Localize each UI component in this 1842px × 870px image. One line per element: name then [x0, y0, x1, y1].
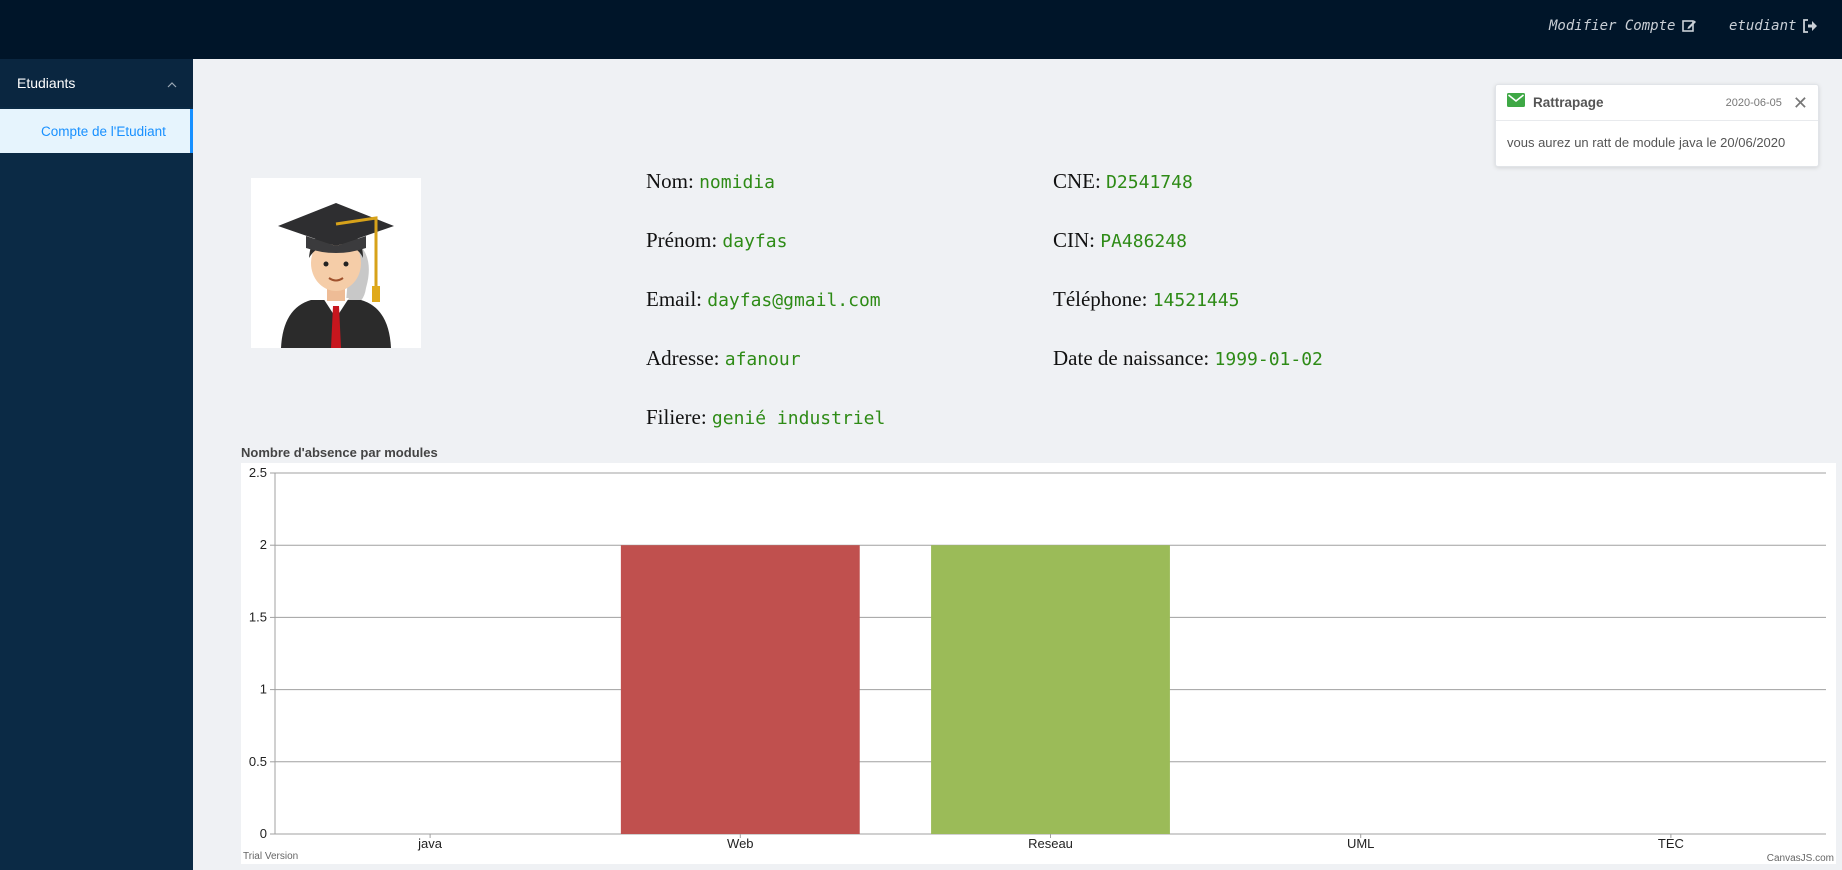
- sidebar-section-etudiants[interactable]: Etudiants: [0, 59, 193, 107]
- top-navbar: Modifier Compte etudiant: [0, 0, 1842, 59]
- bar-web: [620, 545, 860, 834]
- prenom-value: dayfas: [722, 231, 788, 252]
- notification-message: vous aurez un ratt de module java le 20/…: [1507, 135, 1786, 150]
- field-prenom: Prénom: dayfas: [646, 228, 787, 253]
- absence-chart: 0 0.5 1 1.5 2 2.5 java Web Reseau UML TEC Trial Ver…: [241, 463, 1836, 864]
- sidebar-section-label: Etudiants: [17, 75, 76, 91]
- date-naissance-value: 1999-01-02: [1214, 349, 1323, 370]
- y-tick-label: 2.5: [249, 465, 267, 480]
- x-tick-label: Web: [727, 836, 754, 851]
- chevron-up-icon: [167, 75, 177, 91]
- modify-account-label: Modifier Compte: [1549, 18, 1676, 34]
- user-name: etudiant: [1729, 18, 1797, 34]
- field-email: Email: dayfas@gmail.com: [646, 287, 881, 312]
- x-tick-label: java: [417, 836, 443, 851]
- email-label: Email:: [646, 287, 702, 311]
- telephone-label: Téléphone:: [1053, 287, 1148, 311]
- cne-value: D2541748: [1106, 172, 1193, 193]
- field-cin: CIN: PA486248: [1053, 228, 1187, 253]
- envelope-icon: [1507, 93, 1525, 112]
- sign-out-icon: [1803, 19, 1818, 33]
- trial-version-text: Trial Version: [243, 851, 298, 862]
- adresse-value: afanour: [724, 349, 801, 370]
- field-adresse: Adresse: afanour: [646, 346, 801, 371]
- telephone-value: 14521445: [1152, 290, 1240, 311]
- graduate-avatar-icon: [278, 203, 394, 348]
- adresse-label: Adresse:: [646, 346, 720, 370]
- prenom-label: Prénom:: [646, 228, 718, 252]
- nom-label: Nom:: [646, 169, 694, 193]
- y-tick-label: 0: [260, 826, 267, 841]
- y-tick-label: 1.5: [249, 609, 267, 624]
- absence-chart-svg: 0 0.5 1 1.5 2 2.5 java Web Reseau UML TEC Trial Ver…: [243, 465, 1834, 864]
- chart-title: Nombre d'absence par modules: [241, 445, 438, 460]
- modify-account-link[interactable]: Modifier Compte: [1549, 18, 1697, 34]
- bar-reseau: [931, 545, 1170, 834]
- nom-value: nomidia: [699, 172, 775, 193]
- close-icon[interactable]: ✕: [1793, 94, 1808, 112]
- x-tick-label: TEC: [1658, 836, 1684, 851]
- field-cne: CNE: D2541748: [1053, 169, 1193, 194]
- filiere-label: Filiere:: [646, 405, 707, 429]
- date-naissance-label: Date de naissance:: [1053, 346, 1210, 370]
- filiere-value: genié industriel: [711, 408, 886, 429]
- email-value: dayfas@gmail.com: [707, 290, 881, 311]
- user-logout-link[interactable]: etudiant: [1729, 18, 1818, 34]
- notification-header: Rattrapage 2020-06-05 ✕: [1496, 85, 1818, 121]
- sidebar-item-compte-etudiant[interactable]: Compte de l'Etudiant: [0, 109, 193, 153]
- y-tick-label: 0.5: [249, 754, 267, 769]
- cne-label: CNE:: [1053, 169, 1101, 193]
- cin-value: PA486248: [1100, 231, 1187, 252]
- notification-date: 2020-06-05: [1725, 96, 1782, 109]
- student-avatar: [251, 178, 421, 348]
- field-date-naissance: Date de naissance: 1999-01-02: [1053, 346, 1323, 371]
- y-tick-label: 2: [260, 537, 267, 552]
- field-telephone: Téléphone: 14521445: [1053, 287, 1239, 312]
- x-tick-label: UML: [1347, 836, 1374, 851]
- edit-icon: [1682, 19, 1697, 33]
- notification-title: Rattrapage: [1533, 95, 1604, 110]
- field-nom: Nom: nomidia: [646, 169, 775, 194]
- y-tick-label: 1: [260, 682, 267, 697]
- notification-card: Rattrapage 2020-06-05 ✕ vous aurez un ra…: [1495, 84, 1819, 167]
- x-tick-label: Reseau: [1028, 836, 1073, 851]
- canvasjs-credit: CanvasJS.com: [1767, 853, 1834, 864]
- cin-label: CIN:: [1053, 228, 1095, 252]
- sidebar: Etudiants Compte de l'Etudiant: [0, 59, 193, 870]
- field-filiere: Filiere: genié industriel: [646, 405, 885, 430]
- sidebar-item-label: Compte de l'Etudiant: [41, 123, 166, 139]
